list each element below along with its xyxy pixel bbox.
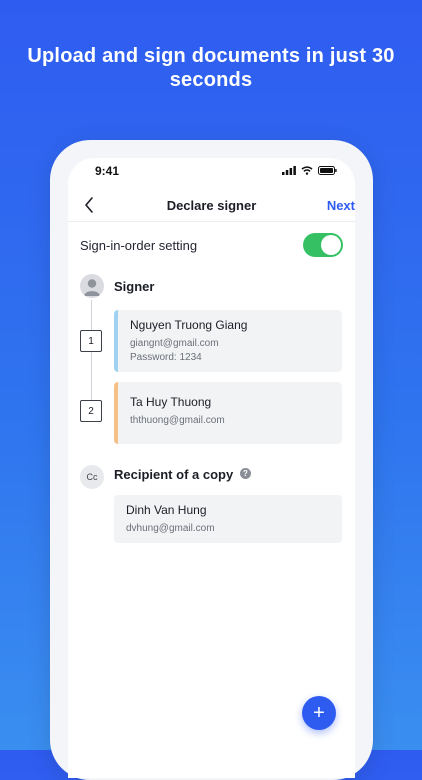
cc-icon: Cc [80, 465, 104, 489]
help-icon[interactable]: ? [240, 468, 251, 479]
copy-recipient-card[interactable]: Dinh Van Hung dvhung@gmail.com [114, 495, 342, 543]
next-button[interactable]: Next [327, 198, 355, 213]
page-title: Declare signer [166, 198, 257, 213]
status-time: 9:41 [95, 164, 120, 178]
signer-name: Ta Huy Thuong [130, 395, 212, 409]
recipient-email: dvhung@gmail.com [126, 523, 215, 534]
avatar [80, 274, 104, 298]
signer-email: giangnt@gmail.com [130, 338, 219, 349]
copy-section-title: Recipient of a copy [114, 467, 234, 482]
wifi-icon [301, 166, 313, 175]
signer-section-title: Signer [114, 279, 155, 294]
battery-icon [318, 166, 337, 175]
add-signer-button[interactable]: + [302, 696, 336, 730]
header-divider [68, 221, 355, 222]
app-screen: 9:41 Declare signer Next Sign-in-order s… [68, 158, 355, 778]
headline: Upload and sign documents in just 30 sec… [27, 45, 395, 91]
signer-card[interactable]: Ta Huy Thuong ththuong@gmail.com [114, 382, 342, 444]
step-connector [91, 352, 92, 400]
person-icon [84, 279, 100, 296]
signal-icon [282, 166, 296, 175]
signer-order-badge: 2 [80, 400, 102, 422]
step-connector [91, 300, 92, 330]
sign-in-order-toggle[interactable] [303, 233, 343, 257]
signer-card[interactable]: Nguyen Truong Giang giangnt@gmail.com Pa… [114, 310, 342, 372]
status-icons [282, 166, 337, 175]
phone-frame: 9:41 Declare signer Next Sign-in-order s… [50, 140, 373, 780]
toggle-knob [321, 235, 341, 255]
signer-order-badge: 1 [80, 330, 102, 352]
signer-password: Password: 1234 [130, 352, 202, 363]
signer-name: Nguyen Truong Giang [130, 318, 248, 332]
signer-email: ththuong@gmail.com [130, 415, 225, 426]
sign-in-order-label: Sign-in-order setting [80, 238, 198, 253]
recipient-name: Dinh Van Hung [126, 503, 207, 517]
